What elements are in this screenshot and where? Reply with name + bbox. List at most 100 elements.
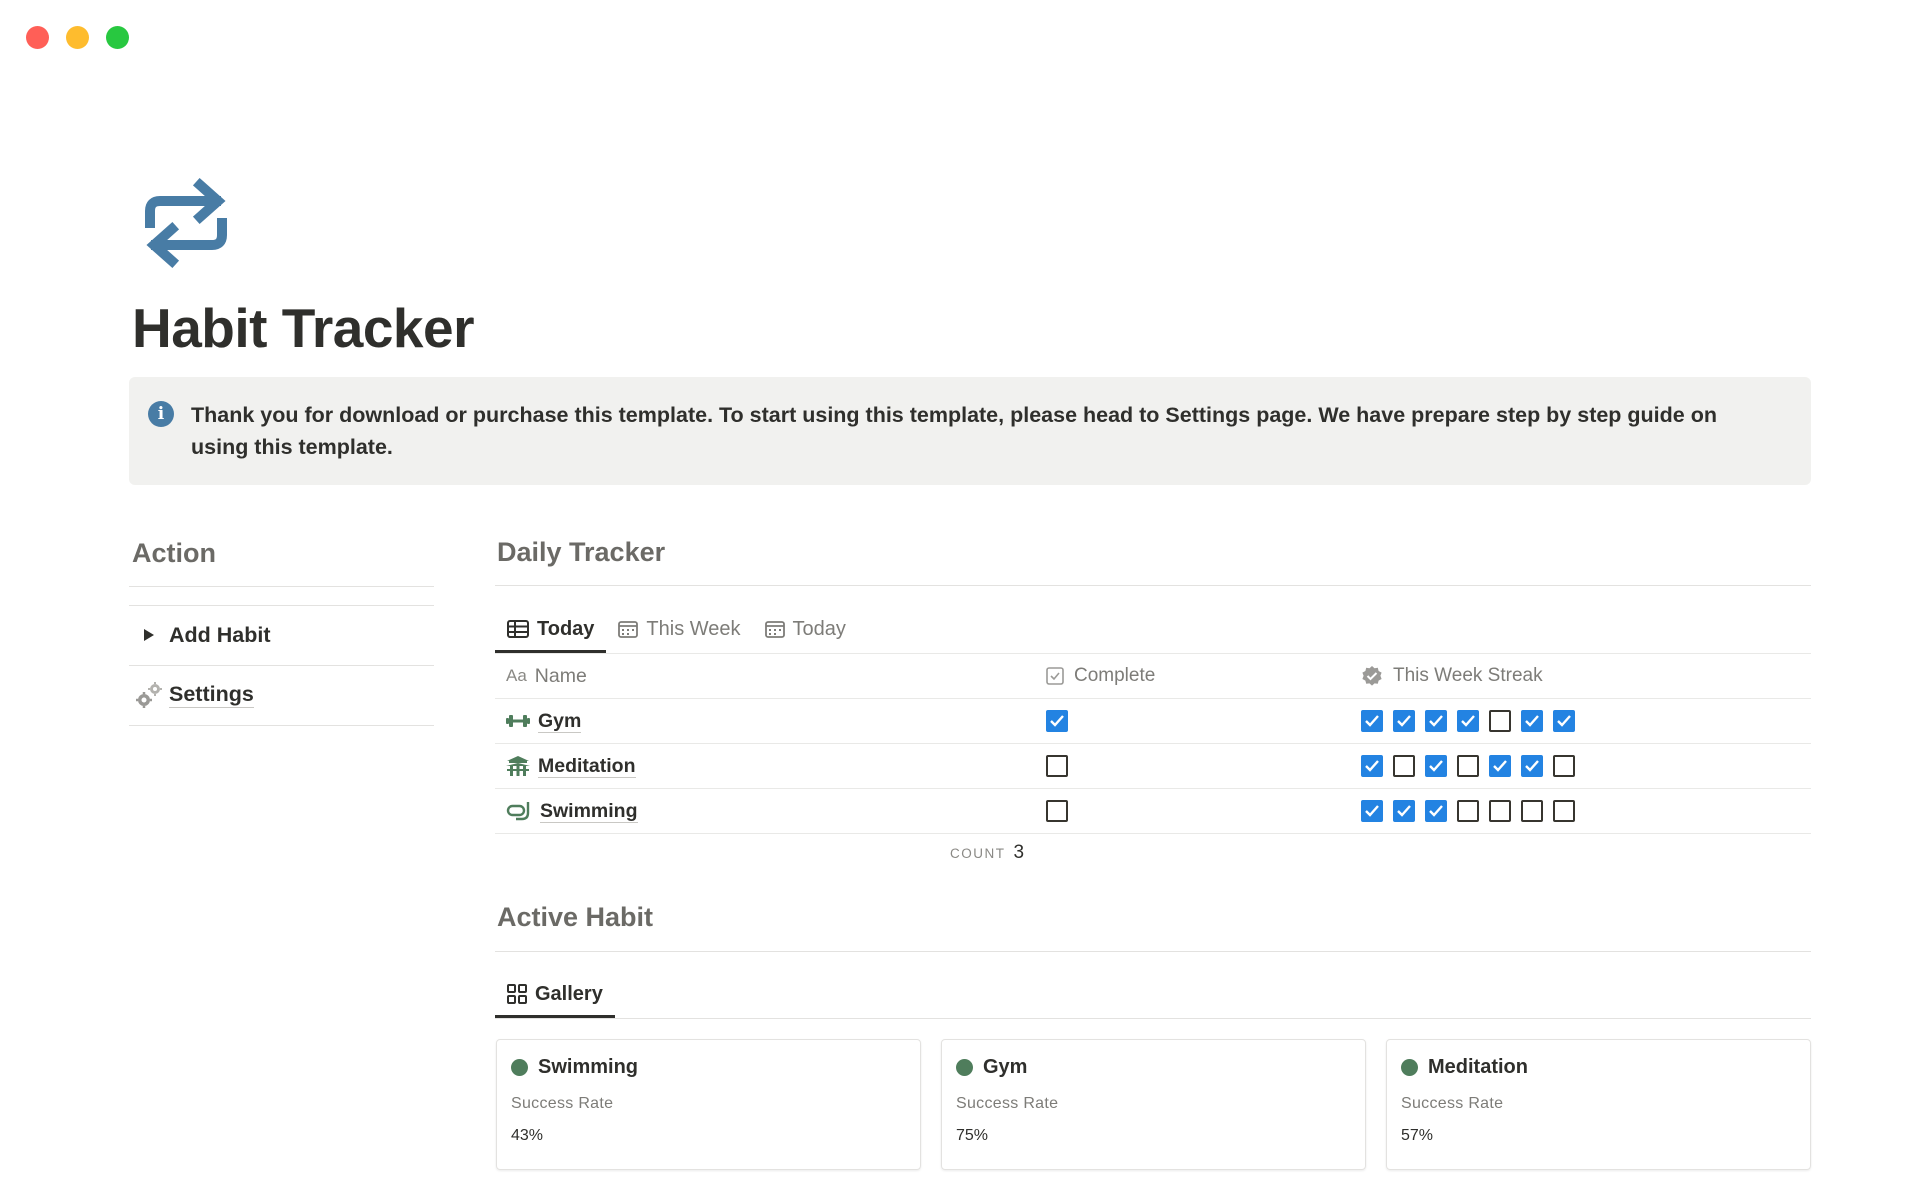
tab-this-week[interactable]: This Week — [606, 605, 752, 653]
tab-today-table[interactable]: Today — [495, 605, 607, 653]
card-title: Meditation — [1401, 1056, 1796, 1079]
habit-name-cell[interactable]: Meditation — [506, 755, 636, 778]
tab-label: Gallery — [535, 982, 603, 1005]
table-row[interactable]: Swimming — [495, 789, 1811, 834]
close-window-button[interactable] — [26, 26, 49, 49]
complete-checkbox[interactable] — [1046, 800, 1068, 822]
snorkel-icon — [506, 802, 530, 821]
table-count-summary[interactable]: COUNT 3 — [950, 842, 1024, 864]
streak-cell — [1361, 710, 1575, 732]
card-value: 57% — [1401, 1127, 1434, 1144]
daily-tracker-heading: Daily Tracker — [497, 537, 666, 567]
complete-checkbox[interactable] — [1046, 755, 1068, 777]
card-label: Success Rate — [1401, 1095, 1504, 1112]
streak-checkbox[interactable] — [1489, 800, 1511, 822]
settings-link[interactable]: Settings — [129, 666, 434, 724]
complete-cell — [1046, 800, 1068, 822]
habit-name-cell[interactable]: Swimming — [506, 800, 638, 823]
streak-checkbox[interactable] — [1521, 755, 1543, 777]
tab-today-calendar[interactable]: Today — [753, 605, 858, 653]
window-controls — [26, 26, 129, 49]
streak-checkbox[interactable] — [1393, 710, 1415, 732]
table-row[interactable]: Meditation — [495, 744, 1811, 789]
info-callout: i Thank you for download or purchase thi… — [129, 377, 1811, 485]
minimize-window-button[interactable] — [66, 26, 89, 49]
status-dot-icon — [511, 1059, 528, 1076]
streak-checkbox[interactable] — [1425, 755, 1447, 777]
verified-badge-icon — [1362, 666, 1382, 686]
habit-card[interactable]: Swimming Success Rate 43% — [496, 1039, 921, 1170]
habit-card[interactable]: Gym Success Rate 75% — [941, 1039, 1366, 1170]
page-title: Habit Tracker — [132, 297, 475, 359]
card-label: Success Rate — [956, 1095, 1059, 1112]
streak-checkbox[interactable] — [1425, 710, 1447, 732]
card-value: 75% — [956, 1127, 989, 1144]
habit-card[interactable]: Meditation Success Rate 57% — [1386, 1039, 1811, 1170]
column-header-name[interactable]: Aa Name — [506, 665, 587, 688]
streak-checkbox[interactable] — [1457, 710, 1479, 732]
card-label: Success Rate — [511, 1095, 614, 1112]
daily-tracker-table: Aa Name Complete This Week Streak Gym Me… — [495, 653, 1811, 834]
habit-name-cell[interactable]: Gym — [506, 709, 582, 733]
column-label: Name — [534, 664, 587, 687]
column-header-streak[interactable]: This Week Streak — [1361, 665, 1543, 687]
divider — [129, 586, 434, 587]
calendar-icon — [764, 621, 785, 638]
count-label: COUNT — [950, 846, 1006, 861]
text-property-icon: Aa — [506, 666, 527, 685]
streak-cell — [1361, 755, 1575, 777]
streak-checkbox[interactable] — [1553, 710, 1575, 732]
streak-checkbox[interactable] — [1361, 755, 1383, 777]
streak-cell — [1361, 800, 1575, 822]
gallery-icon — [507, 984, 527, 1004]
streak-checkbox[interactable] — [1457, 800, 1479, 822]
daily-tracker-view-tabs: Today This Week Today — [495, 605, 858, 653]
active-habit-heading: Active Habit — [497, 902, 654, 932]
divider — [495, 1018, 1811, 1019]
count-value: 3 — [1013, 842, 1025, 863]
action-heading: Action — [132, 538, 216, 568]
streak-checkbox[interactable] — [1361, 710, 1383, 732]
streak-checkbox[interactable] — [1489, 755, 1511, 777]
card-name: Gym — [983, 1056, 1028, 1078]
table-row[interactable]: Gym — [495, 699, 1811, 744]
complete-checkbox[interactable] — [1046, 710, 1068, 732]
tab-label: This Week — [646, 617, 741, 640]
tab-label: Today — [792, 617, 846, 640]
gears-icon — [129, 681, 169, 709]
table-icon — [507, 620, 529, 638]
habit-name: Swimming — [540, 799, 638, 823]
repeat-arrows-icon[interactable] — [138, 175, 234, 271]
streak-checkbox[interactable] — [1457, 755, 1479, 777]
settings-label: Settings — [169, 682, 254, 708]
calendar-icon — [618, 621, 639, 638]
active-habit-view-tabs: Gallery — [495, 970, 615, 1018]
habit-name: Gym — [538, 709, 582, 733]
streak-checkbox[interactable] — [1393, 800, 1415, 822]
card-title: Swimming — [511, 1056, 906, 1079]
streak-checkbox[interactable] — [1393, 755, 1415, 777]
streak-checkbox[interactable] — [1361, 800, 1383, 822]
checkbox-property-icon — [1046, 667, 1064, 685]
divider — [495, 951, 1811, 952]
status-dot-icon — [1401, 1059, 1418, 1076]
column-header-complete[interactable]: Complete — [1046, 665, 1155, 687]
card-title: Gym — [956, 1056, 1351, 1079]
habit-gallery: Swimming Success Rate 43% Gym Success Ra… — [496, 1039, 1811, 1170]
streak-checkbox[interactable] — [1553, 755, 1575, 777]
streak-checkbox[interactable] — [1489, 710, 1511, 732]
divider — [129, 725, 434, 726]
streak-checkbox[interactable] — [1553, 800, 1575, 822]
add-habit-label: Add Habit — [169, 622, 271, 647]
status-dot-icon — [956, 1059, 973, 1076]
streak-checkbox[interactable] — [1521, 800, 1543, 822]
streak-checkbox[interactable] — [1521, 710, 1543, 732]
card-value: 43% — [511, 1127, 544, 1144]
complete-cell — [1046, 710, 1068, 732]
column-label: This Week Streak — [1393, 665, 1543, 686]
tab-gallery[interactable]: Gallery — [495, 970, 615, 1018]
maximize-window-button[interactable] — [106, 26, 129, 49]
streak-checkbox[interactable] — [1425, 800, 1447, 822]
info-icon: i — [148, 401, 174, 427]
add-habit-toggle[interactable]: Add Habit — [129, 606, 434, 664]
